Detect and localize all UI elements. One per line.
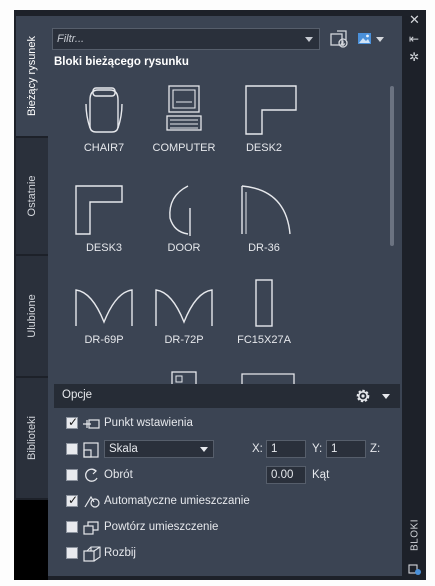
chevron-down-icon[interactable] xyxy=(305,37,313,42)
scale-y-label: Y: xyxy=(312,443,323,455)
tab-current-drawing[interactable]: Bieżący rysunek xyxy=(16,16,48,136)
auto-place-label: Automatyczne umieszczanie xyxy=(104,495,250,507)
tab-label: Ulubione xyxy=(26,294,38,338)
filter-input[interactable] xyxy=(57,31,297,47)
door-icon xyxy=(169,185,191,236)
block-name: DR-36 xyxy=(248,242,280,254)
block-gallery: CHAIR7 COMPUTER DESK2 DESK3 DOOR DR-36 D… xyxy=(54,74,384,384)
palette-title-bar[interactable]: ✕ ⇤ ✲ BLOKI xyxy=(404,10,426,580)
double-door-icon xyxy=(155,289,213,326)
gear-icon[interactable] xyxy=(354,387,372,405)
block-name: DESK2 xyxy=(245,142,283,154)
block-tile-fc15x27a[interactable]: FC15X27A xyxy=(224,266,304,354)
block-tile-desk3[interactable]: DESK3 xyxy=(64,174,144,262)
scale-checkbox[interactable] xyxy=(66,443,78,455)
tab-strip-filler xyxy=(14,500,48,580)
scale-z-label: Z: xyxy=(370,443,381,455)
rotation-option: Obrót 0.00 Kąt xyxy=(66,466,386,486)
computer-icon xyxy=(166,85,202,131)
block-name: FC15X27A xyxy=(237,334,291,346)
palette-title: BLOKI xyxy=(404,510,426,560)
explode-label: Rozbij xyxy=(104,547,136,559)
auto-hide-icon[interactable]: ⇤ xyxy=(409,32,419,46)
options-header[interactable]: Opcje xyxy=(54,384,400,408)
double-door-icon xyxy=(75,289,133,326)
insertion-point-label: Punkt wstawienia xyxy=(104,417,193,429)
block-tile-dr-36[interactable]: DR-36 xyxy=(224,174,304,262)
block-tile-chair7[interactable]: CHAIR7 xyxy=(64,74,144,162)
chevron-down-icon xyxy=(200,447,208,452)
desk-l-icon xyxy=(75,185,123,235)
properties-icon[interactable]: ✲ xyxy=(409,50,419,64)
explode-icon xyxy=(83,546,101,562)
cabinet-icon xyxy=(255,279,273,327)
toolbar xyxy=(52,28,400,50)
gallery-scrollbar[interactable] xyxy=(390,86,394,246)
tab-strip: Bieżący rysunek Ostatnie Ulubione Biblio… xyxy=(14,10,48,500)
block-tile-door[interactable]: DOOR xyxy=(144,174,224,262)
chevron-down-icon[interactable] xyxy=(382,394,390,399)
palette-title-text: BLOKI xyxy=(409,519,421,551)
rotate-icon xyxy=(85,468,98,482)
rotation-checkbox[interactable] xyxy=(66,469,78,481)
tab-label: Ostatnie xyxy=(26,175,38,217)
section-title: Bloki bieżącego rysunku xyxy=(54,56,189,68)
options-panel: Punkt wstawienia Skala X: 1 Y: 1 Z: xyxy=(54,408,400,568)
scale-icon xyxy=(83,442,99,458)
block-tile-partial[interactable] xyxy=(144,370,224,384)
tab-recent[interactable]: Ostatnie xyxy=(16,138,48,254)
rotation-unit-label: Kąt xyxy=(312,469,330,481)
auto-place-icon xyxy=(84,495,100,508)
blocks-palette: Bieżący rysunek Ostatnie Ulubione Biblio… xyxy=(14,10,426,580)
block-name: COMPUTER xyxy=(152,142,216,154)
scale-y-input[interactable]: 1 xyxy=(326,440,366,458)
current-drawing-panel: Bloki bieżącego rysunku CHAIR7 COMPUT xyxy=(48,16,402,576)
tab-label: Bieżący rysunek xyxy=(26,35,38,117)
thumbnail-view-icon xyxy=(358,33,384,44)
rotation-label: Obrót xyxy=(104,469,133,481)
options-title: Opcje xyxy=(62,389,93,401)
repeat-place-label: Powtórz umieszczenie xyxy=(104,521,219,533)
block-tile-desk2[interactable]: DESK2 xyxy=(224,74,304,162)
block-tile-dr-72p[interactable]: DR-72P xyxy=(144,266,224,354)
explode-option[interactable]: Rozbij xyxy=(66,544,386,564)
insertion-point-icon xyxy=(83,419,100,429)
view-mode-button[interactable] xyxy=(356,28,388,50)
block-name: DOOR xyxy=(167,242,201,254)
auto-place-checkbox[interactable] xyxy=(66,493,78,507)
repeat-place-icon xyxy=(83,521,99,535)
auto-place-option[interactable]: Automatyczne umieszczanie xyxy=(66,492,386,512)
scale-selected-value: Skala xyxy=(109,443,138,455)
tab-libraries[interactable]: Biblioteki xyxy=(16,378,48,498)
scale-x-label: X: xyxy=(252,443,263,455)
block-name: DESK3 xyxy=(85,242,123,254)
block-name: CHAIR7 xyxy=(83,142,125,154)
door-swing-icon xyxy=(241,185,291,235)
block-tile-partial[interactable] xyxy=(224,370,304,384)
insertion-point-checkbox[interactable] xyxy=(66,415,78,429)
repeat-place-checkbox[interactable] xyxy=(66,521,78,533)
block-tile-dr-69p[interactable]: DR-69P xyxy=(64,266,144,354)
block-name: DR-72P xyxy=(164,334,204,346)
rotation-angle-input[interactable]: 0.00 xyxy=(266,466,306,484)
import-block-button[interactable] xyxy=(328,28,350,50)
desk-l-icon xyxy=(245,85,297,135)
block-preview-icon xyxy=(171,371,197,384)
close-icon[interactable]: ✕ xyxy=(409,12,420,28)
block-name: DR-69P xyxy=(84,334,124,346)
blocks-palette-icon xyxy=(408,564,421,575)
scale-x-input[interactable]: 1 xyxy=(266,440,306,458)
filter-combobox[interactable] xyxy=(52,28,320,50)
scale-option: Skala X: 1 Y: 1 Z: xyxy=(66,440,396,460)
tab-favorites[interactable]: Ulubione xyxy=(16,256,48,376)
chair-icon xyxy=(85,87,123,133)
explode-checkbox[interactable] xyxy=(66,547,78,559)
import-block-icon xyxy=(330,30,348,48)
insertion-point-option[interactable]: Punkt wstawienia xyxy=(66,414,386,434)
tab-label: Biblioteki xyxy=(26,415,38,461)
block-preview-icon xyxy=(241,373,295,384)
scale-dropdown[interactable]: Skala xyxy=(104,440,214,458)
repeat-place-option[interactable]: Powtórz umieszczenie xyxy=(66,518,386,538)
block-tile-computer[interactable]: COMPUTER xyxy=(144,74,224,162)
